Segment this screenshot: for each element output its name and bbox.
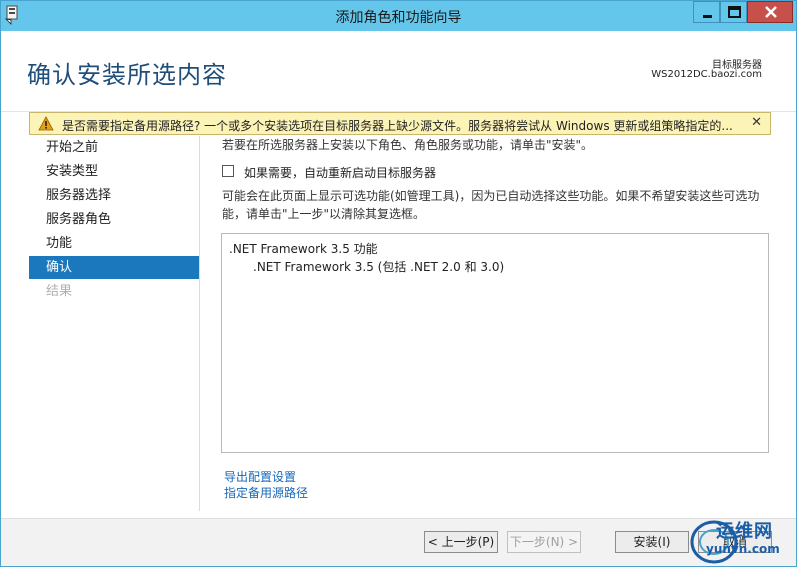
list-item: .NET Framework 3.5 (包括 .NET 2.0 和 3.0) (253, 260, 505, 274)
nav-item-features[interactable]: 功能 (29, 232, 199, 255)
warning-icon (38, 116, 54, 131)
restart-checkbox[interactable] (222, 165, 234, 177)
wizard-window: 添加角色和功能向导 确认安装所选内容 目标服务器 WS2012DC.baozi.… (0, 0, 797, 567)
wizard-header: 确认安装所选内容 目标服务器 WS2012DC.baozi.com (1, 31, 796, 112)
close-icon (765, 6, 777, 18)
optional-note-line1: 可能会在此页面上显示可选功能(如管理工具)，因为已自动选择这些功能。如果不希望安… (222, 189, 760, 203)
next-button: 下一步(N) > (507, 531, 581, 553)
wizard-nav: 开始之前 安装类型 服务器选择 服务器角色 功能 确认 结果 (29, 136, 200, 511)
site-watermark: 运维网 yunvn.com (684, 514, 796, 566)
warning-text: 是否需要指定备用源路径? 一个或多个安装选项在目标服务器上缺少源文件。服务器将尝… (62, 119, 733, 133)
restart-checkbox-label[interactable]: 如果需要，自动重新启动目标服务器 (244, 164, 436, 181)
minimize-button[interactable] (693, 1, 720, 23)
alternate-source-link[interactable]: 指定备用源路径 (224, 484, 308, 501)
maximize-button[interactable] (720, 1, 747, 23)
intro-text: 若要在所选服务器上安装以下角色、角色服务或功能，请单击"安装"。 (222, 138, 594, 152)
nav-item-server-selection[interactable]: 服务器选择 (29, 184, 199, 207)
selected-features-list[interactable]: .NET Framework 3.5 功能 .NET Framework 3.5… (221, 233, 769, 453)
title-bar[interactable]: 添加角色和功能向导 (1, 1, 796, 31)
optional-note-line2: 能，请单击"上一步"以清除其复选框。 (222, 207, 426, 221)
nav-item-server-roles[interactable]: 服务器角色 (29, 208, 199, 231)
list-item: .NET Framework 3.5 功能 (229, 242, 378, 256)
previous-button[interactable]: < 上一步(P) (424, 531, 498, 553)
window-title: 添加角色和功能向导 (335, 10, 462, 26)
nav-item-results: 结果 (46, 284, 73, 299)
close-button[interactable] (747, 1, 793, 23)
watermark-text-cn: 运维网 (716, 521, 773, 542)
warning-bar[interactable]: 是否需要指定备用源路径? 一个或多个安装选项在目标服务器上缺少源文件。服务器将尝… (29, 112, 771, 135)
export-config-link[interactable]: 导出配置设置 (224, 468, 296, 485)
nav-item-confirmation[interactable]: 确认 (29, 256, 199, 279)
install-button[interactable]: 安装(I) (615, 531, 689, 553)
minimize-icon (703, 15, 712, 18)
nav-item-before-you-begin[interactable]: 开始之前 (29, 136, 199, 159)
watermark-text-en: yunvn.com (706, 542, 780, 556)
page-title: 确认安装所选内容 (27, 61, 227, 89)
warning-close-icon[interactable]: ✕ (751, 115, 762, 130)
nav-item-installation-type[interactable]: 安装类型 (29, 160, 199, 183)
destination-server-value: WS2012DC.baozi.com (651, 69, 762, 80)
maximize-icon (728, 6, 741, 18)
wizard-footer: < 上一步(P) 下一步(N) > 安装(I) 取消 (1, 518, 796, 566)
